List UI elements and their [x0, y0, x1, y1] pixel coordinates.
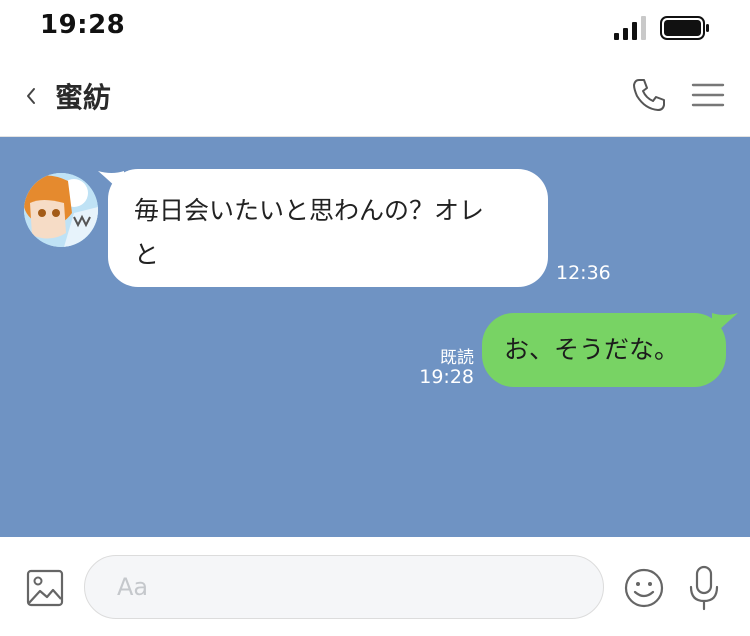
- incoming-message-bubble[interactable]: 毎日会いたいと思わんの？オレ と: [108, 169, 548, 287]
- outgoing-message-time: 19:28: [419, 366, 474, 388]
- emoji-icon[interactable]: [624, 568, 664, 608]
- status-time: 19:28: [40, 10, 126, 40]
- status-bar: 19:28: [0, 0, 750, 56]
- image-icon[interactable]: [26, 569, 64, 607]
- read-receipt-label: 既読: [440, 348, 474, 368]
- incoming-message-line: 毎日会いたいと思わんの？オレ: [134, 196, 485, 225]
- incoming-message-line: と: [134, 240, 160, 269]
- chevron-left-icon[interactable]: [20, 80, 44, 112]
- chat-title: 蜜紡: [55, 81, 112, 114]
- avatar[interactable]: [24, 173, 98, 247]
- battery-icon: [660, 16, 709, 40]
- cellular-signal-icon: [614, 16, 646, 40]
- message-composer: [0, 537, 750, 636]
- phone-icon[interactable]: [630, 76, 668, 114]
- hamburger-menu-icon[interactable]: [690, 80, 726, 110]
- microphone-icon[interactable]: [688, 565, 720, 611]
- chat-area[interactable]: 毎日会いたいと思わんの？オレ と 12:36 既読 19:28 お、そうだな。: [0, 137, 750, 537]
- incoming-message-time: 12:36: [556, 262, 611, 284]
- chat-header: 蜜紡: [0, 56, 750, 137]
- avatar-image: [24, 173, 98, 247]
- outgoing-message-bubble[interactable]: お、そうだな。: [482, 313, 726, 387]
- message-input[interactable]: [84, 555, 604, 619]
